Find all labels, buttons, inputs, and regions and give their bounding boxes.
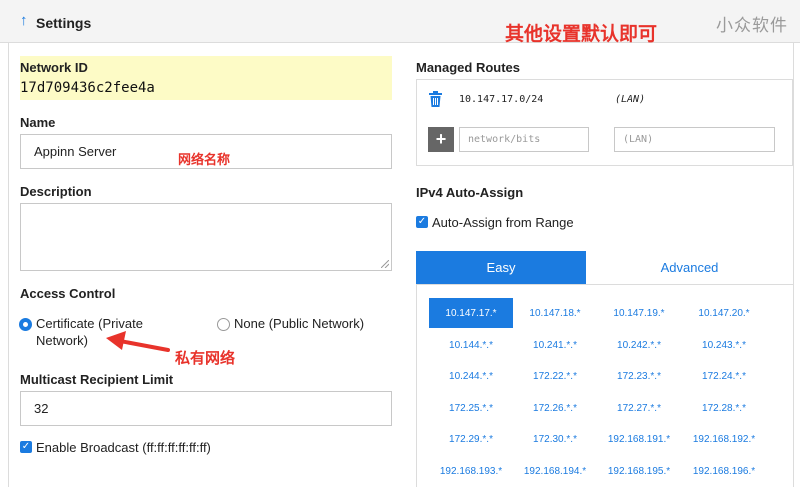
ip-range-option[interactable]: 10.241.*.* — [513, 330, 597, 360]
auto-assign-checkbox[interactable]: ✓ — [416, 216, 428, 228]
settings-header: ↑ Settings 小众软件 — [0, 0, 800, 43]
route-target-placeholder: network/bits — [468, 134, 541, 145]
multicast-value: 32 — [34, 401, 49, 416]
multicast-input[interactable]: 32 — [20, 391, 392, 426]
route-via-placeholder: (LAN) — [623, 134, 654, 145]
ip-range-option[interactable]: 172.28.*.* — [682, 393, 766, 423]
ip-range-option[interactable]: 192.168.193.* — [429, 456, 513, 486]
ip-range-option[interactable]: 192.168.192.* — [682, 424, 766, 454]
page-title: Settings — [36, 15, 92, 31]
ip-range-option[interactable]: 10.147.17.* — [429, 298, 513, 328]
ip-range-option[interactable]: 192.168.196.* — [682, 456, 766, 486]
broadcast-checkbox[interactable]: ✓ — [20, 441, 32, 453]
ip-range-option[interactable]: 172.26.*.* — [513, 393, 597, 423]
radio-certificate-label-line2: Network) — [36, 333, 89, 348]
plus-icon: + — [435, 129, 447, 149]
watermark: 小众软件 — [716, 16, 788, 35]
multicast-label: Multicast Recipient Limit — [20, 372, 174, 387]
annotation-arrow-icon — [106, 331, 170, 352]
tab-easy-label: Easy — [486, 260, 516, 275]
panel-border-left — [8, 43, 9, 487]
ip-range-option[interactable]: 192.168.195.* — [597, 456, 681, 486]
managed-routes-panel — [416, 79, 793, 166]
ip-range-option[interactable]: 172.27.*.* — [597, 393, 681, 423]
ip-range-option[interactable]: 172.29.*.* — [429, 424, 513, 454]
ip-range-option[interactable]: 10.242.*.* — [597, 330, 681, 360]
ip-range-option[interactable]: 192.168.194.* — [513, 456, 597, 486]
panel-border-right — [793, 43, 794, 487]
radio-none-public[interactable] — [217, 318, 230, 331]
radio-none-label: None (Public Network) — [234, 316, 365, 331]
ipv4-auto-assign-label: IPv4 Auto-Assign — [416, 185, 524, 200]
access-control-label: Access Control — [20, 286, 116, 301]
ip-range-option[interactable]: 172.25.*.* — [429, 393, 513, 423]
description-textarea[interactable] — [20, 203, 392, 271]
tab-easy[interactable]: Easy — [416, 251, 586, 284]
network-id-value: 17d709436c2fee4a — [20, 80, 155, 96]
radio-certificate[interactable] — [19, 318, 32, 331]
broadcast-label: Enable Broadcast (ff:ff:ff:ff:ff:ff) — [36, 440, 211, 455]
tab-advanced-label: Advanced — [660, 260, 719, 275]
description-label: Description — [20, 184, 92, 199]
arrow-up-icon[interactable]: ↑ — [20, 13, 28, 29]
ip-range-option[interactable]: 172.30.*.* — [513, 424, 597, 454]
ip-range-option[interactable]: 10.144.*.* — [429, 330, 513, 360]
ip-range-option[interactable]: 10.147.20.* — [682, 298, 766, 328]
ip-range-option[interactable]: 172.24.*.* — [682, 361, 766, 391]
route-via-input[interactable]: (LAN) — [614, 127, 775, 152]
auto-assign-label: Auto-Assign from Range — [432, 215, 574, 230]
managed-routes-label: Managed Routes — [416, 60, 521, 75]
ip-range-option[interactable]: 10.243.*.* — [682, 330, 766, 360]
name-label: Name — [20, 115, 56, 130]
name-input-value: Appinn Server — [34, 144, 117, 159]
ip-range-option[interactable]: 172.22.*.* — [513, 361, 597, 391]
ip-range-option[interactable]: 10.147.19.* — [597, 298, 681, 328]
route-via: (LAN) — [615, 94, 646, 105]
annotation-network-name: 网络名称 — [178, 153, 231, 168]
network-id-label: Network ID — [20, 60, 88, 75]
route-target: 10.147.17.0/24 — [459, 94, 544, 105]
trash-icon[interactable] — [429, 91, 442, 107]
ip-range-option[interactable]: 10.147.18.* — [513, 298, 597, 328]
annotation-default-settings: 其他设置默认即可 — [505, 23, 658, 45]
ip-range-option[interactable]: 10.244.*.* — [429, 361, 513, 391]
ip-range-option[interactable]: 172.23.*.* — [597, 361, 681, 391]
add-route-button[interactable]: + — [428, 127, 454, 152]
ip-range-option[interactable]: 192.168.191.* — [597, 424, 681, 454]
tab-advanced[interactable]: Advanced — [586, 251, 793, 284]
annotation-private-network: 私有网络 — [175, 349, 236, 367]
route-target-input[interactable]: network/bits — [459, 127, 589, 152]
resize-handle-icon[interactable] — [381, 260, 389, 268]
